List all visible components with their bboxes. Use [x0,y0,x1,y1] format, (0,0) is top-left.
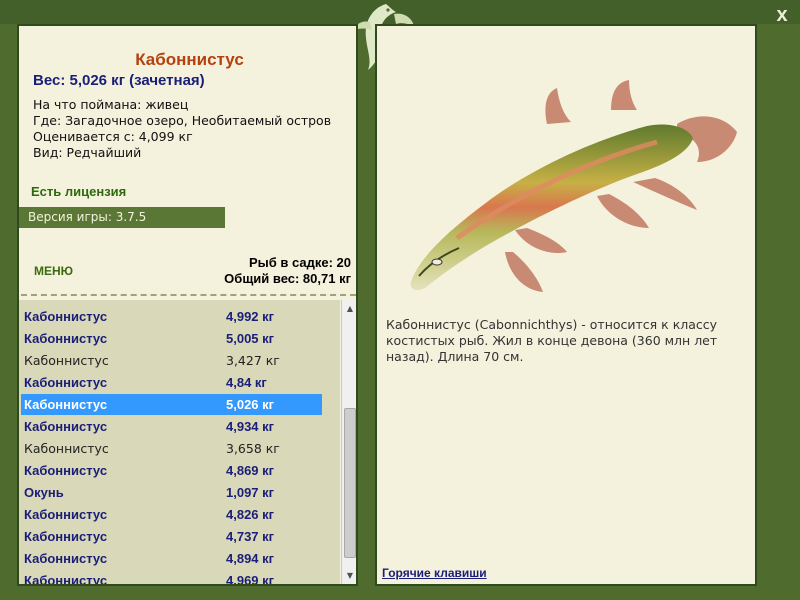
divider [21,294,356,296]
close-icon: x [776,4,788,26]
fish-detail-panel: Кабоннистус (Cabonnichthys) - относится … [375,24,757,586]
catch-item-name: Кабоннистус [24,507,108,522]
catch-item-weight: 1,097 кг [226,485,275,500]
catch-item-weight: 4,992 кг [226,309,275,324]
version-bar: Версия игры: 3.7.5 [19,207,225,228]
catch-item-weight: 4,737 кг [226,529,275,544]
catch-list-scrollbar[interactable]: ▲ ▼ [341,300,356,584]
catch-item-weight: 4,826 кг [226,507,275,522]
catch-item-weight: 3,658 кг [226,441,280,456]
catch-item-weight: 4,84 кг [226,375,267,390]
fish-weight: Вес: 5,026 кг (зачетная) [33,72,205,89]
catch-list-item[interactable]: Кабоннистус 4,826 кг [21,504,322,525]
catch-item-name: Кабоннистус [24,441,109,456]
catch-item-weight: 4,934 кг [226,419,275,434]
fish-image [410,80,737,292]
scroll-down-icon[interactable]: ▼ [342,568,356,584]
catch-item-weight: 5,005 кг [226,331,275,346]
catch-item-name: Кабоннистус [24,331,108,346]
catch-item-name: Кабоннистус [24,309,108,324]
catch-item-name: Кабоннистус [24,463,108,478]
close-button[interactable]: x [770,4,794,26]
catch-item-name: Окунь [24,485,64,500]
catch-list-item[interactable]: Кабоннистус 3,427 кг [21,350,322,371]
caught-on: На что поймана: живец [33,97,189,112]
catch-item-name: Кабоннистус [24,375,108,390]
scrollbar-thumb[interactable] [344,408,356,558]
catch-item-name: Кабоннистус [24,573,108,586]
catch-list-item[interactable]: Кабоннистус 4,992 кг [21,306,322,327]
catch-list[interactable]: Кабоннистус 4,992 кг Кабоннистус 5,005 кг Ка… [19,300,340,586]
catch-item-weight: 4,869 кг [226,463,275,478]
catch-item-name: Кабоннистус [24,353,109,368]
catch-item-name: Кабоннистус [24,397,108,412]
cage-stats: Рыб в садке: 20 Общий вес: 80,71 кг [224,255,351,287]
catch-item-weight: 4.969 кг [226,573,275,586]
fish-name: Кабоннистус [135,50,244,69]
menu-button[interactable]: МЕНЮ [34,264,73,278]
hotkeys-link[interactable]: Горячие клавиши [382,566,487,580]
fish-info-panel: Кабоннистус Вес: 5,026 кг (зачетная) На … [17,24,358,586]
catch-item-name: Кабоннистус [24,529,108,544]
catch-list-item[interactable]: Кабоннистус 5,026 кг [21,394,322,415]
catch-list-item[interactable]: Кабоннистус 3,658 кг [21,438,322,459]
catch-item-weight: 5,026 кг [226,397,275,412]
catch-list-item[interactable]: Окунь 1,097 кг [21,482,322,503]
catch-item-name: Кабоннистус [24,419,108,434]
fish-description: Кабоннистус (Cabonnichthys) - относится … [386,317,718,364]
location: Где: Загадочное озеро, Необитаемый остро… [33,113,332,128]
catch-item-weight: 3,427 кг [226,353,280,368]
license-status: Есть лицензия [31,184,127,199]
scroll-up-icon[interactable]: ▲ [342,301,356,317]
catch-list-item[interactable]: Кабоннистус 5,005 кг [21,328,322,349]
catch-list-item[interactable]: Кабоннистус 4,869 кг [21,460,322,481]
rated-from: Оценивается с: 4,099 кг [33,129,193,144]
cage-count: Рыб в садке: 20 [248,255,351,270]
catch-list-item[interactable]: Кабоннистус 4.969 кг [21,570,322,586]
rarity: Вид: Редчайший [33,145,142,160]
catch-item-weight: 4,894 кг [226,551,275,566]
catch-list-item[interactable]: Кабоннистус 4,934 кг [21,416,322,437]
catch-list-item[interactable]: Кабоннистус 4,84 кг [21,372,322,393]
catch-item-name: Кабоннистус [24,551,108,566]
catch-list-item[interactable]: Кабоннистус 4,894 кг [21,548,322,569]
catch-list-item[interactable]: Кабоннистус 4,737 кг [21,526,322,547]
version-label: Версия игры: 3.7.5 [28,210,147,224]
cage-total-weight: Общий вес: 80,71 кг [224,271,351,286]
